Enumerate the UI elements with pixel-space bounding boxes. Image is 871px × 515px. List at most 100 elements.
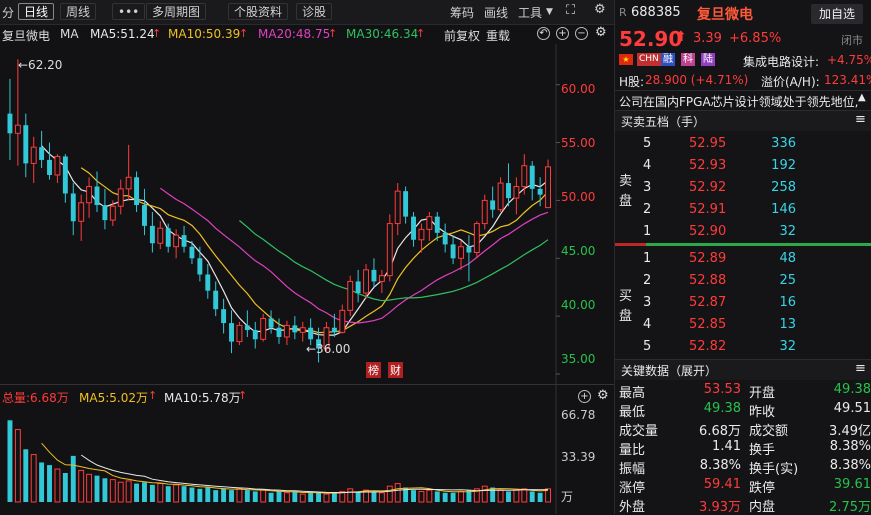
orderbook-menu-icon[interactable]: ≡ bbox=[855, 112, 866, 127]
level-number: 1 bbox=[643, 224, 652, 239]
back-icon[interactable]: ↶ bbox=[537, 27, 550, 40]
margin-badge: 融 bbox=[661, 53, 675, 66]
ma-indicator-label[interactable]: MA bbox=[60, 27, 79, 41]
china-flag-icon: ★ bbox=[619, 54, 633, 65]
volume-bar bbox=[521, 488, 528, 503]
keydata-title: 关键数据（展开） bbox=[621, 364, 718, 378]
volume-bar bbox=[394, 483, 401, 503]
candle-body bbox=[308, 327, 314, 340]
candle-body bbox=[229, 323, 234, 342]
level-number: 4 bbox=[643, 317, 652, 332]
chip-distribution-button[interactable]: 筹码 bbox=[450, 4, 474, 21]
volume-bar bbox=[434, 491, 440, 502]
zoom-out-icon[interactable]: − bbox=[575, 27, 588, 40]
keydata-header[interactable]: 关键数据（展开） ≡ bbox=[615, 360, 871, 380]
period-tab-weekly[interactable]: 周线 bbox=[60, 3, 97, 20]
volume-bar bbox=[513, 489, 520, 503]
tools-dropdown-icon[interactable]: ▼ bbox=[546, 7, 553, 17]
buy-level-4[interactable]: 4 52.85 13 bbox=[615, 314, 871, 336]
candle-body bbox=[545, 166, 551, 209]
connect-badge: 陆 bbox=[701, 53, 715, 66]
indicator-settings-icon[interactable]: ⚙ bbox=[595, 25, 607, 40]
sector-label[interactable]: 集成电路设计: bbox=[743, 53, 819, 70]
stock-diagnosis-button[interactable]: 诊股 bbox=[296, 3, 333, 20]
volume-bar bbox=[458, 490, 464, 503]
volume-settings-icon[interactable]: ⚙ bbox=[597, 388, 609, 403]
sell-level-4[interactable]: 4 52.93 192 bbox=[615, 155, 871, 177]
company-description: 公司在国内FPGA芯片设计领域处于领先地位, bbox=[619, 95, 859, 109]
adjust-forward-option[interactable]: 前复权 bbox=[444, 27, 480, 44]
volume-bar bbox=[411, 490, 416, 502]
fullscreen-icon[interactable]: ⛶ bbox=[566, 3, 575, 18]
stock-profile-button[interactable]: 个股资料 bbox=[228, 3, 289, 20]
keydata-value: 2.75万 bbox=[829, 500, 871, 515]
volume-bar bbox=[252, 491, 258, 502]
multi-period-button[interactable]: 多周期图 bbox=[146, 3, 207, 20]
buy-level-1[interactable]: 1 52.89 48 bbox=[615, 248, 871, 270]
sell-orders: 卖 盘 5 52.95 336 4 52.93 192 3 52.92 258 2 52.91… bbox=[615, 133, 871, 243]
volume-bar bbox=[236, 488, 243, 503]
candle-body bbox=[418, 228, 425, 241]
buy-level-2[interactable]: 2 52.88 25 bbox=[615, 270, 871, 292]
keydata-value: 49.51 bbox=[833, 401, 871, 416]
finance-tag[interactable]: 财 bbox=[388, 362, 403, 378]
volume-zoom-in-icon[interactable]: + bbox=[578, 390, 591, 403]
description-scroll-icon[interactable]: ▲ bbox=[858, 92, 866, 103]
add-watchlist-button[interactable]: 加自选 bbox=[811, 4, 863, 24]
keydata-menu-icon[interactable]: ≡ bbox=[855, 361, 866, 376]
candle-body bbox=[47, 159, 52, 175]
volume-bar bbox=[54, 468, 61, 503]
candle-body bbox=[157, 227, 164, 244]
period-tab-minute[interactable]: 分 bbox=[2, 4, 14, 21]
keydata-label: 外盘 bbox=[619, 500, 646, 515]
draw-line-button[interactable]: 画线 bbox=[484, 4, 508, 21]
sell-level-2[interactable]: 2 52.91 146 bbox=[615, 199, 871, 221]
sell-level-5[interactable]: 5 52.95 336 bbox=[615, 133, 871, 155]
star-market-badge: 科 bbox=[681, 53, 695, 66]
tools-menu[interactable]: 工具 bbox=[518, 4, 542, 21]
quote-panel: R 688385 复旦微电 加自选 52.90 ⬆ 3.39 +6.85% 闭市… bbox=[614, 0, 871, 515]
volume-ma5-arrow-icon: ↑ bbox=[148, 389, 158, 402]
level-number: 1 bbox=[643, 251, 652, 266]
order-volume: 32 bbox=[779, 224, 796, 239]
candle-body bbox=[86, 186, 93, 204]
orderbook-header: 买卖五档（手） ≡ bbox=[615, 111, 871, 131]
order-price: 52.92 bbox=[689, 180, 727, 195]
candle-body bbox=[94, 186, 100, 206]
price-change: 3.39 bbox=[693, 31, 722, 46]
buy-orders: 买 盘 1 52.89 48 2 52.88 25 3 52.87 16 4 52.85 13 … bbox=[615, 248, 871, 358]
volume-bar bbox=[355, 491, 361, 502]
volume-bar bbox=[481, 485, 488, 503]
buy-level-5[interactable]: 5 52.82 32 bbox=[615, 336, 871, 358]
price-tick-label: 40.00 bbox=[561, 298, 596, 312]
more-periods-button[interactable]: ••• bbox=[112, 3, 146, 20]
volume-bar bbox=[308, 492, 314, 502]
order-price: 52.89 bbox=[689, 251, 727, 266]
period-tab-daily[interactable]: 日线 bbox=[18, 3, 55, 20]
order-volume: 336 bbox=[771, 136, 796, 151]
keydata-row: 振幅 8.38% 换手(实) 8.38% bbox=[615, 458, 871, 477]
zoom-in-icon[interactable]: + bbox=[556, 27, 569, 40]
keydata-value: 3.93万 bbox=[699, 500, 741, 515]
volume-bar bbox=[221, 488, 227, 502]
company-description-row[interactable]: 公司在国内FPGA芯片设计领域处于领先地位, ▲ bbox=[615, 92, 871, 110]
sell-level-1[interactable]: 1 52.90 32 bbox=[615, 221, 871, 243]
candle-body bbox=[221, 309, 227, 324]
ma10-value: MA10:50.39 bbox=[168, 27, 241, 41]
volume-bar bbox=[292, 491, 298, 502]
keydata-label: 换手 bbox=[749, 443, 776, 458]
candlestick-chart[interactable] bbox=[0, 44, 614, 384]
ranking-tag[interactable]: 榜 bbox=[366, 362, 381, 378]
candle-body bbox=[54, 155, 61, 176]
settings-gear-icon[interactable]: ⚙ bbox=[594, 2, 606, 17]
volume-bar bbox=[529, 491, 535, 502]
sell-level-3[interactable]: 3 52.92 258 bbox=[615, 177, 871, 199]
last-price: 52.90 bbox=[619, 27, 683, 51]
stock-code: 688385 bbox=[631, 5, 681, 20]
candle-body bbox=[260, 317, 267, 340]
volume-bar bbox=[205, 487, 211, 502]
volume-bar bbox=[213, 490, 219, 502]
buy-level-3[interactable]: 3 52.87 16 bbox=[615, 292, 871, 314]
overlay-option[interactable]: 重载 bbox=[486, 27, 510, 44]
candle-body bbox=[434, 216, 440, 233]
